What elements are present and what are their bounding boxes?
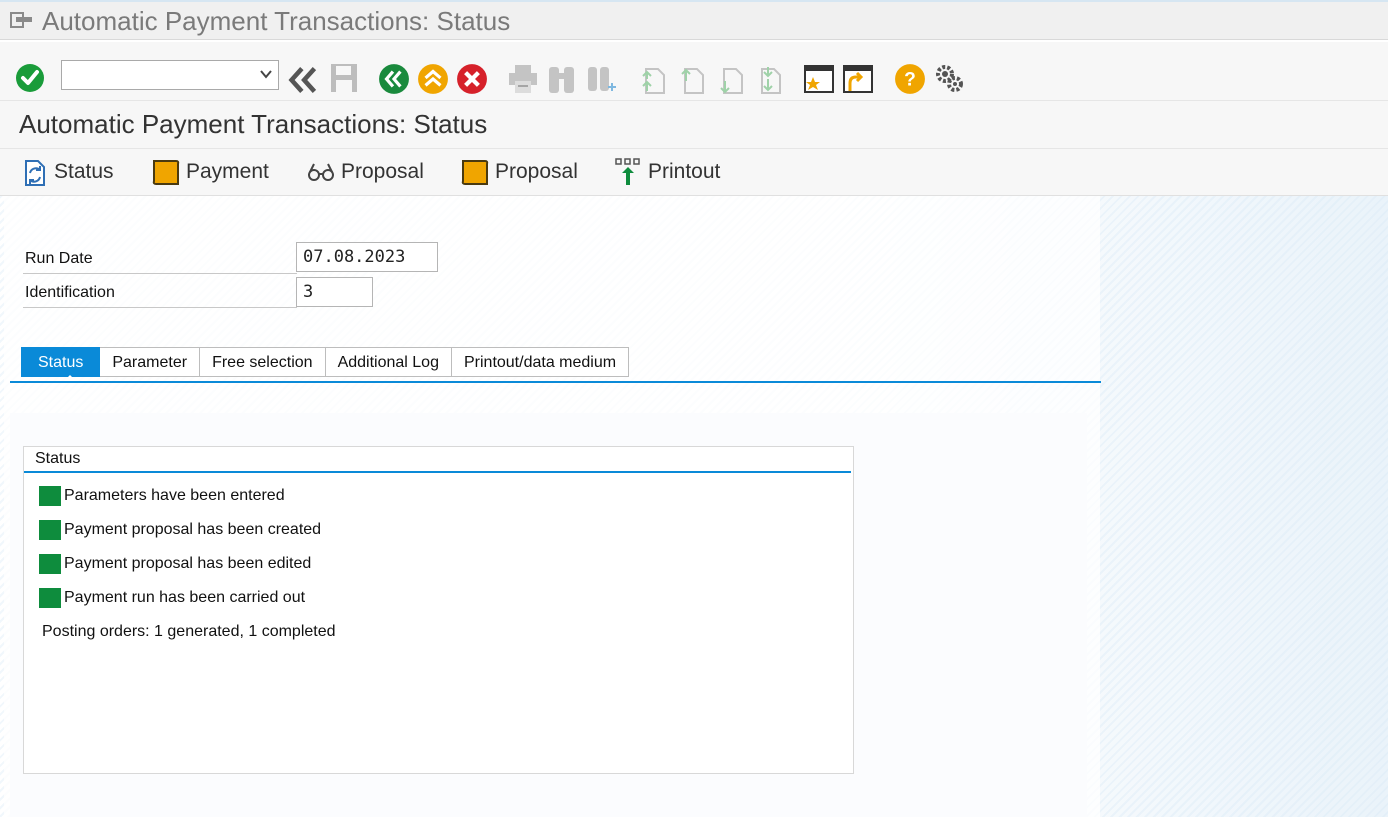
save-icon[interactable] <box>328 62 360 94</box>
identification-underline <box>23 307 297 308</box>
status-group: Status Parameters have been entered Paym… <box>23 446 854 774</box>
printout-button[interactable]: Printout <box>614 155 720 189</box>
identification-label: Identification <box>25 284 115 301</box>
last-page-icon[interactable] <box>753 63 785 95</box>
tab-underline <box>10 381 1101 383</box>
screen-title-bar: Automatic Payment Transactions: Status <box>0 100 1388 148</box>
printout-button-label: Printout <box>648 160 721 183</box>
status-ok-icon <box>39 554 61 574</box>
status-group-title-underline <box>24 471 851 473</box>
find-next-icon[interactable] <box>586 63 618 95</box>
status-button[interactable]: Status <box>22 155 114 189</box>
posting-orders-info: Posting orders: 1 generated, 1 completed <box>42 623 336 640</box>
tab-strip: Status Parameter Free selection Addition… <box>21 347 630 377</box>
back-double-icon[interactable] <box>287 64 319 96</box>
proposal-button[interactable]: Proposal <box>461 155 578 189</box>
status-item: Parameters have been entered <box>39 486 285 506</box>
run-date-label: Run Date <box>25 250 93 267</box>
refresh-status-icon <box>25 160 45 186</box>
next-page-icon[interactable] <box>715 63 747 95</box>
run-date-underline <box>23 273 297 274</box>
first-page-icon[interactable] <box>637 63 669 95</box>
menu-icon[interactable] <box>10 11 34 31</box>
svg-text:?: ? <box>904 69 916 90</box>
printout-icon <box>615 158 640 185</box>
create-session-icon[interactable] <box>803 63 835 95</box>
run-date-input[interactable] <box>296 242 438 272</box>
payment-button-label: Payment <box>186 160 269 183</box>
status-item: Payment run has been carried out <box>39 588 305 608</box>
tab-status[interactable]: Status <box>21 347 101 377</box>
status-item-text: Payment proposal has been created <box>64 521 322 538</box>
tab-printout-data-medium[interactable]: Printout/data medium <box>451 347 630 377</box>
identification-input[interactable] <box>296 277 373 307</box>
display-proposal-button-label: Proposal <box>341 160 424 183</box>
status-group-title: Status <box>35 450 81 467</box>
shortcut-icon[interactable] <box>842 63 874 95</box>
command-field-input[interactable] <box>65 62 259 90</box>
exit-icon[interactable] <box>417 63 449 95</box>
print-icon[interactable] <box>507 63 539 95</box>
screen-title: Automatic Payment Transactions: Status <box>19 109 488 139</box>
system-toolbar: ? <box>0 42 1388 100</box>
back-icon[interactable] <box>378 63 410 95</box>
status-ok-icon <box>39 520 61 540</box>
status-button-label: Status <box>54 160 114 183</box>
chevron-down-icon[interactable] <box>260 69 272 79</box>
status-ok-icon <box>39 486 61 506</box>
enter-icon[interactable] <box>15 62 47 94</box>
help-icon[interactable]: ? <box>894 63 926 95</box>
display-proposal-button[interactable]: Proposal <box>307 155 424 189</box>
status-item: Payment proposal has been edited <box>39 554 311 574</box>
active-tab-indicator <box>64 375 76 381</box>
customize-layout-icon[interactable] <box>933 62 965 94</box>
window-title: Automatic Payment Transactions: Status <box>42 6 511 36</box>
payment-button[interactable]: Payment <box>152 155 269 189</box>
find-icon[interactable] <box>546 63 578 95</box>
application-toolbar: Status Payment Proposal Proposal Printou… <box>0 148 1388 196</box>
tab-parameter[interactable]: Parameter <box>100 347 201 377</box>
status-item-text: Parameters have been entered <box>64 487 285 504</box>
status-ok-icon <box>39 588 61 608</box>
command-field[interactable] <box>61 60 279 90</box>
previous-page-icon[interactable] <box>676 63 708 95</box>
window-title-bar: Automatic Payment Transactions: Status <box>0 0 1388 40</box>
payment-icon <box>152 160 180 185</box>
status-item-text: Payment run has been carried out <box>64 589 306 606</box>
glasses-icon <box>308 163 334 181</box>
tab-additional-log[interactable]: Additional Log <box>325 347 452 377</box>
status-item: Payment proposal has been created <box>39 520 321 540</box>
proposal-icon <box>461 160 489 185</box>
tab-free-selection[interactable]: Free selection <box>200 347 326 377</box>
cancel-icon[interactable] <box>456 63 488 95</box>
status-item-text: Payment proposal has been edited <box>64 555 312 572</box>
proposal-button-label: Proposal <box>495 160 578 183</box>
